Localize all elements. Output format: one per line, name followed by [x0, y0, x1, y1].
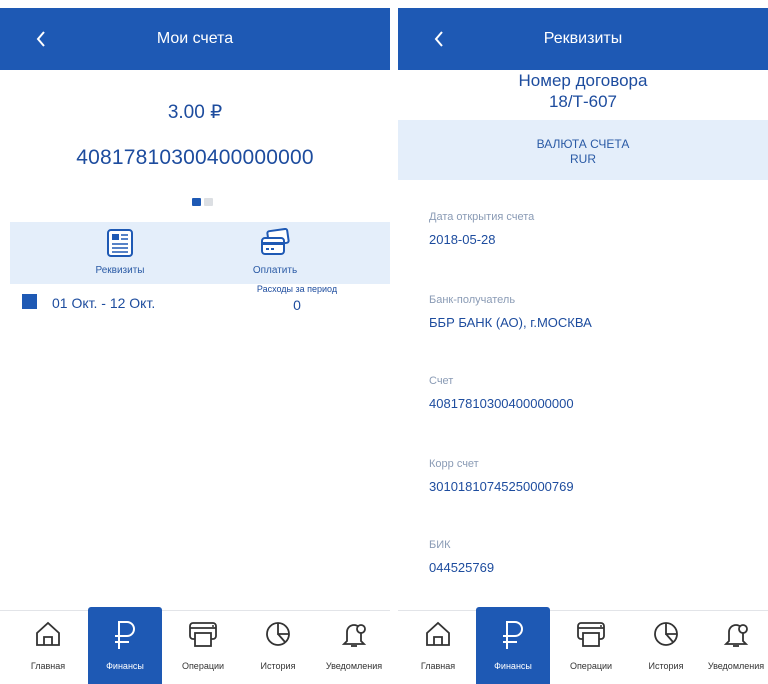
printer-icon: [575, 619, 607, 651]
field-value: 40817810300400000000: [429, 396, 574, 411]
bell-icon: [721, 619, 751, 651]
tab-finance[interactable]: Финансы: [476, 607, 550, 684]
tab-history[interactable]: История: [636, 611, 696, 684]
carousel-dot[interactable]: [204, 198, 213, 206]
tab-finance[interactable]: Финансы: [88, 607, 162, 684]
currency-value: RUR: [570, 152, 596, 166]
bell-icon: [339, 619, 369, 651]
tab-notifications[interactable]: Уведомления: [318, 611, 390, 684]
field-bank: Банк-получатель ББР БАНК (АО), г.МОСКВА: [429, 294, 592, 330]
tab-home-label: Главная: [420, 661, 456, 671]
requisites-label: Реквизиты: [95, 265, 145, 276]
ruble-icon: [498, 619, 528, 653]
field-label: Корр счет: [429, 458, 479, 470]
tab-finance-label: Финансы: [106, 661, 144, 671]
ruble-icon: [110, 619, 140, 653]
header-bar: Мои счета: [0, 8, 390, 70]
carousel-indicator: [192, 193, 216, 206]
tab-home[interactable]: Главная: [18, 611, 78, 684]
header-bar: Реквизиты: [398, 8, 768, 70]
tab-operations-label: Операции: [569, 661, 613, 671]
page-title: Реквизиты: [543, 30, 623, 47]
period-range: 01 Окт. - 12 Окт.: [52, 295, 156, 311]
bottom-tab-bar: Главная Финансы Операции История Уведомл…: [0, 607, 390, 684]
tab-home[interactable]: Главная: [408, 611, 468, 684]
field-label: Дата открытия счета: [429, 211, 535, 223]
expenses-value: 0: [293, 297, 301, 313]
tab-notifications-label: Уведомления: [707, 661, 765, 671]
carousel-dot-active[interactable]: [192, 198, 201, 206]
field-bik: БИК 044525769: [429, 539, 494, 575]
home-icon: [33, 619, 63, 651]
tab-home-label: Главная: [30, 661, 66, 671]
field-value: ББР БАНК (АО), г.МОСКВА: [429, 315, 592, 330]
field-account: Счет 40817810300400000000: [429, 375, 574, 411]
tab-finance-label: Финансы: [494, 661, 532, 671]
field-open-date: Дата открытия счета 2018-05-28: [429, 211, 534, 247]
tab-operations[interactable]: Операции: [558, 611, 624, 684]
requisites-screen: Реквизиты Номер договора 18/Т-607 ВАЛЮТА…: [398, 0, 768, 684]
period-marker: [22, 294, 37, 309]
document-icon: [80, 228, 160, 261]
account-balance: 3.00 ₽: [167, 102, 223, 123]
period-summary[interactable]: 01 Окт. - 12 Окт. Расходы за период 0: [22, 284, 390, 324]
home-icon: [423, 619, 453, 651]
bottom-tab-bar: Главная Финансы Операции История Уведомл…: [398, 607, 768, 684]
card-icon: [240, 227, 310, 261]
field-label: Банк-получатель: [429, 294, 516, 306]
pie-chart-icon: [263, 619, 293, 651]
field-label: Счет: [429, 375, 454, 387]
pie-chart-icon: [651, 619, 681, 651]
field-corr-account: Корр счет 30101810745250000769: [429, 458, 574, 494]
contract-label: Номер договора: [518, 71, 648, 90]
account-actions: Реквизиты Оплатить: [10, 222, 390, 284]
tab-operations[interactable]: Операции: [170, 611, 236, 684]
pay-button[interactable]: Оплатить: [240, 227, 310, 276]
tab-history-label: История: [260, 661, 296, 671]
field-value: 044525769: [429, 560, 495, 575]
field-label: БИК: [429, 539, 451, 551]
currency-label: ВАЛЮТА СЧЕТА: [536, 137, 630, 151]
screen-divider: [390, 0, 398, 684]
field-value: 2018-05-28: [429, 232, 496, 247]
account-number: 40817810300400000000: [76, 146, 314, 169]
tab-history-label: История: [648, 661, 684, 671]
field-value: 30101810745250000769: [429, 479, 574, 494]
accounts-screen: Мои счета 3.00 ₽ 40817810300400000000 Ре…: [0, 0, 390, 684]
contract-block: Номер договора 18/Т-607: [398, 70, 768, 120]
expenses-label: Расходы за период: [256, 284, 338, 294]
printer-icon: [187, 619, 219, 651]
tab-history[interactable]: История: [248, 611, 308, 684]
tab-notifications[interactable]: Уведомления: [704, 611, 768, 684]
currency-block: ВАЛЮТА СЧЕТА RUR: [398, 120, 768, 180]
tab-operations-label: Операции: [181, 661, 225, 671]
requisites-button[interactable]: Реквизиты: [80, 228, 160, 276]
contract-number: 18/Т-607: [548, 92, 618, 111]
page-title: Мои счета: [156, 30, 234, 47]
tab-notifications-label: Уведомления: [325, 661, 383, 671]
pay-label: Оплатить: [252, 265, 298, 276]
